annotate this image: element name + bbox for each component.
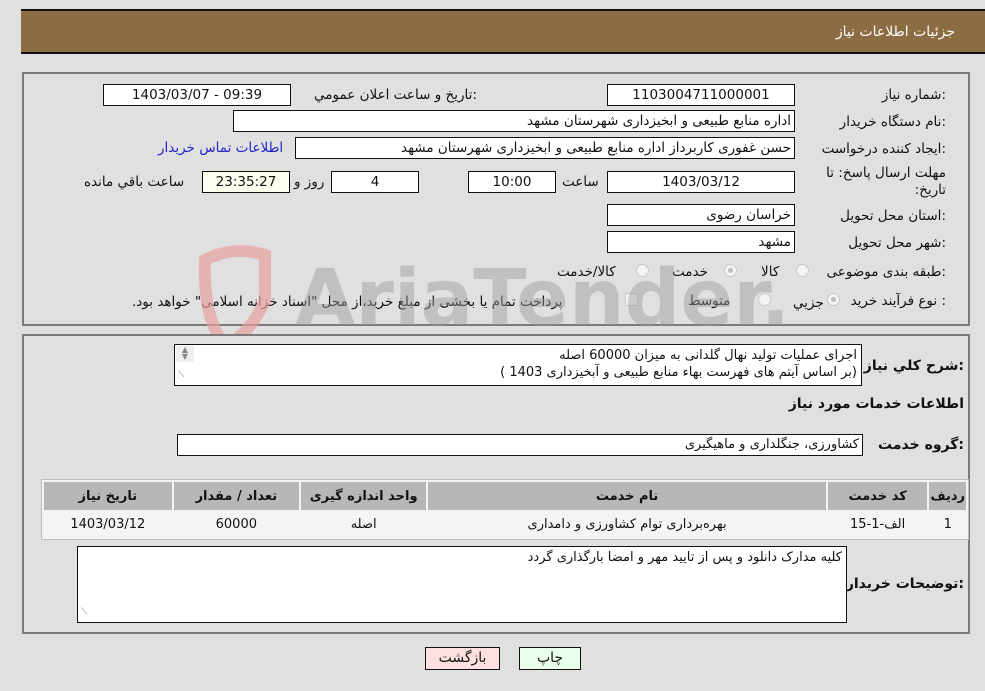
cell-unit: اصله: [301, 512, 427, 537]
announce-date-label: تاریخ و ساعت اعلان عمومي:: [314, 87, 477, 103]
city-field: مشهد: [607, 231, 795, 253]
description-line-2: (بر اساس آیتم های فهرست بهاء منابع طبیعی…: [500, 365, 857, 380]
print-button[interactable]: چاپ: [519, 647, 581, 670]
back-button[interactable]: بازگشت: [425, 647, 500, 670]
remaining-time-label: ساعت باقي مانده: [84, 174, 185, 190]
creator-label: ایجاد کننده درخواست:: [821, 141, 946, 157]
remaining-time-field: 23:35:27: [202, 171, 290, 193]
description-textarea[interactable]: اجرای عملیات تولید نهال گلدانی به میزان …: [174, 344, 862, 386]
cell-service-code: الف-1-15: [827, 512, 928, 537]
category-label: طبقه بندی موضوعی:: [826, 264, 946, 280]
cell-row-number: 1: [929, 512, 966, 537]
buyer-notes-label: توضیحات خریدار:: [845, 576, 964, 592]
creator-field: حسن غفوری کاربرداز اداره منابع طبیعی و ا…: [295, 137, 795, 159]
buyer-org-field: اداره منابع طبیعی و ابخیزداری شهرستان مش…: [233, 110, 795, 132]
service-group-label: گروه خدمت:: [878, 437, 964, 453]
resize-grip-icon[interactable]: ⟋: [178, 367, 184, 384]
process-option-minor: جزيي: [793, 295, 824, 311]
buyer-contact-link[interactable]: اطلاعات تماس خریدار: [158, 140, 283, 156]
category-radio-service[interactable]: [724, 264, 737, 277]
city-label: شهر محل تحویل:: [848, 235, 946, 251]
category-option-service: خدمت: [672, 264, 708, 280]
deadline-time-label: ساعت: [562, 174, 599, 190]
treasury-payment-checkbox[interactable]: [625, 293, 638, 306]
need-number-label: شماره نیاز:: [881, 87, 946, 103]
column-header-row-number: ردیف: [929, 482, 966, 510]
announce-date-field: 1403/03/07 - 09:39: [103, 84, 291, 106]
cell-need-date: 1403/03/12: [44, 512, 172, 537]
deadline-date-field: 1403/03/12: [607, 171, 795, 193]
service-group-field: کشاورزی، جنگلداری و ماهیگیری: [177, 434, 863, 456]
need-number-field: 1103004711000001: [607, 84, 795, 106]
resize-grip-icon[interactable]: ⟋: [81, 604, 87, 621]
table-header-row: ردیف کد خدمت نام خدمت واحد اندازه گیری ت…: [44, 482, 966, 510]
process-radio-minor[interactable]: [827, 293, 840, 306]
column-header-service-name: نام خدمت: [428, 482, 826, 510]
services-section-title: اطلاعات خدمات مورد نیاز: [788, 396, 964, 412]
buyer-notes-text: کلیه مدارک دانلود و پس از تایید مهر و ام…: [527, 550, 842, 565]
treasury-payment-note: پرداخت تمام یا بخشی از مبلغ خرید،از محل …: [132, 294, 563, 310]
cell-quantity: 60000: [173, 512, 300, 537]
column-header-need-date: تاریخ نیاز: [44, 482, 172, 510]
description-line-1: اجرای عملیات تولید نهال گلدانی به میزان …: [559, 348, 857, 363]
province-label: استان محل تحویل:: [840, 208, 946, 224]
cell-service-name: بهره‌برداری توام کشاورزی و دامداری: [428, 512, 826, 537]
textarea-scroll-arrows-icon[interactable]: ▲ ▼: [176, 346, 194, 362]
process-option-medium: متوسط: [688, 293, 731, 309]
category-radio-goods-service[interactable]: [636, 264, 649, 277]
buyer-notes-textarea[interactable]: کلیه مدارک دانلود و پس از تایید مهر و ام…: [77, 546, 847, 623]
process-type-label: نوع فرآیند خرید :: [850, 293, 946, 309]
page-title: جزئیات اطلاعات نیاز: [835, 24, 955, 40]
category-option-goods-service: کالا/خدمت: [557, 264, 616, 280]
process-radio-medium[interactable]: [758, 293, 771, 306]
buyer-org-label: نام دستگاه خریدار:: [839, 114, 946, 130]
column-header-quantity: تعداد / مقدار: [173, 482, 300, 510]
category-radio-goods[interactable]: [796, 264, 809, 277]
column-header-unit: واحد اندازه گیری: [301, 482, 427, 510]
services-panel: شرح کلي نیاز: اجرای عملیات تولید نهال گل…: [22, 334, 970, 634]
deadline-time-field: 10:00: [468, 171, 556, 193]
table-row: 1 الف-1-15 بهره‌برداری توام کشاورزی و دا…: [44, 512, 966, 537]
page-header: جزئیات اطلاعات نیاز: [21, 9, 985, 54]
province-field: خراسان رضوی: [607, 204, 795, 226]
column-header-service-code: کد خدمت: [827, 482, 928, 510]
services-table: ردیف کد خدمت نام خدمت واحد اندازه گیری ت…: [41, 479, 969, 540]
description-label: شرح کلي نیاز:: [863, 358, 964, 374]
category-option-goods: کالا: [761, 264, 780, 280]
need-details-panel: شماره نیاز: 1103004711000001 تاریخ و ساع…: [22, 72, 970, 326]
days-remaining-field: 4: [331, 171, 419, 193]
days-label: روز و: [294, 174, 325, 190]
deadline-label: مهلت ارسال پاسخ: تا تاریخ:: [826, 165, 946, 198]
